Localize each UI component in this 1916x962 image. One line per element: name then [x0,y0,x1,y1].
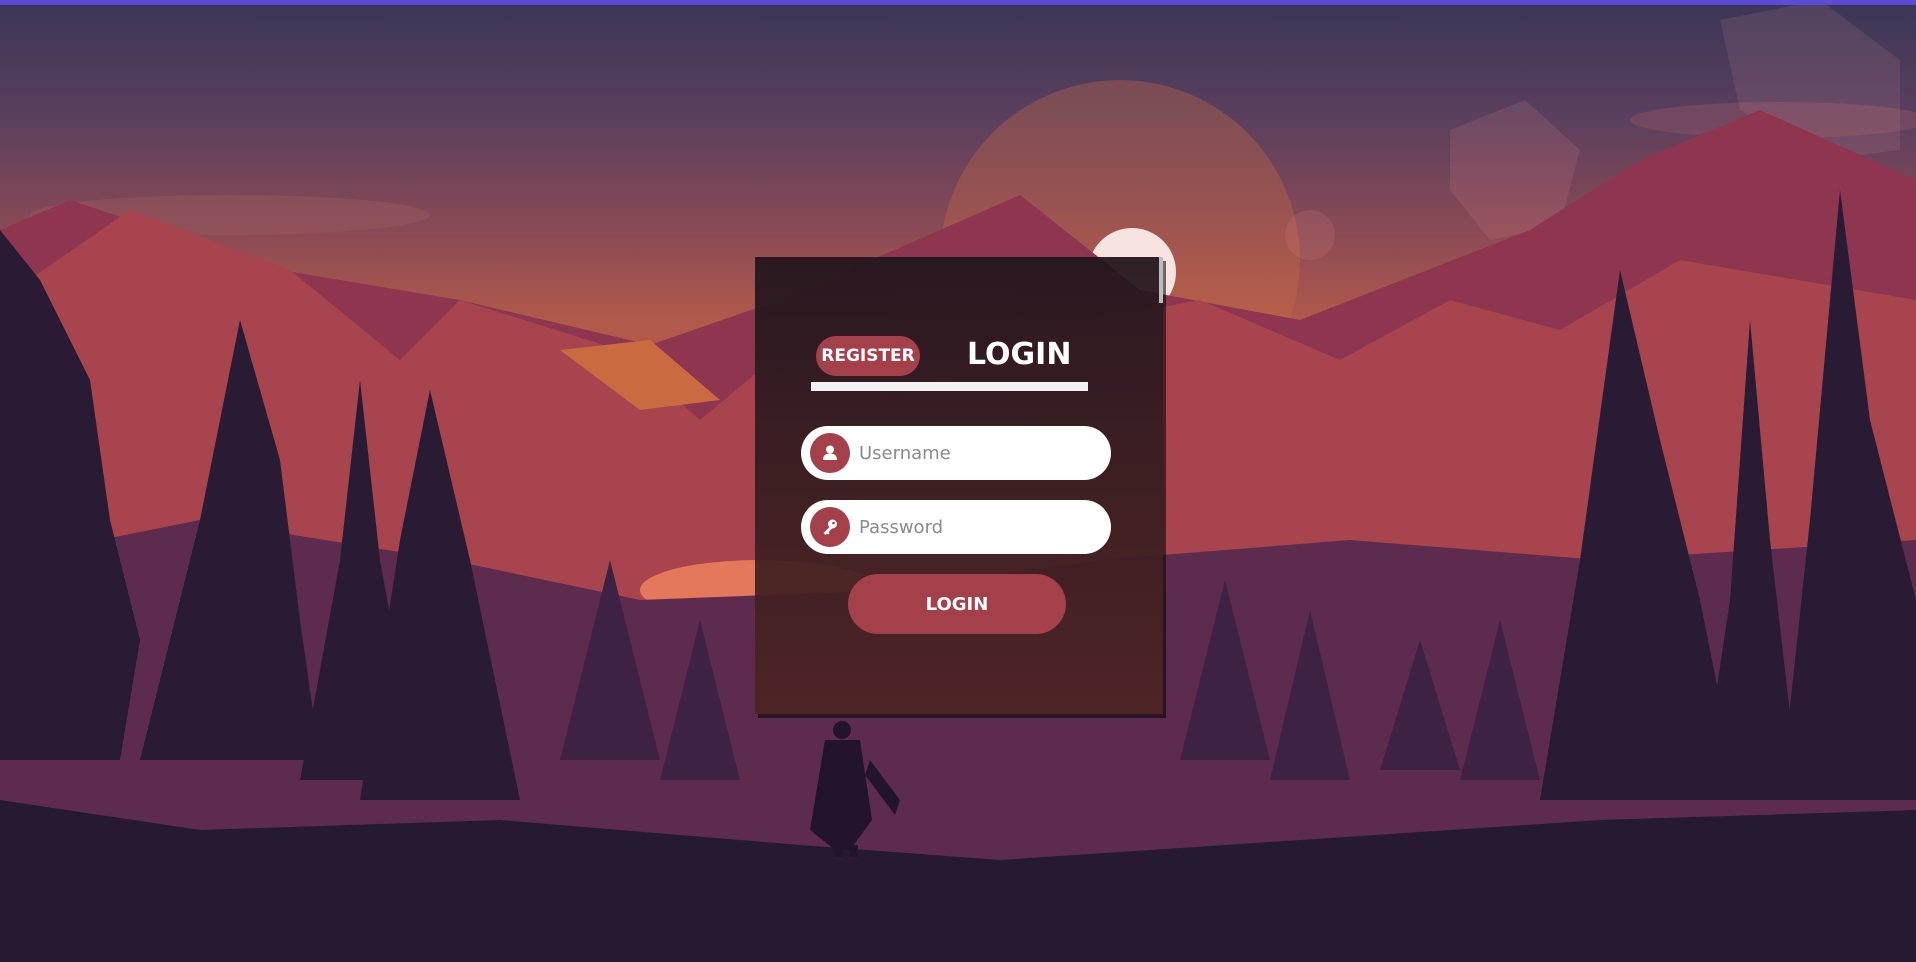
username-input[interactable] [859,426,1099,480]
username-field[interactable] [801,426,1111,480]
bokeh-dot [1285,210,1335,260]
password-field[interactable] [801,500,1111,554]
top-accent-bar [0,0,1916,5]
active-tab-underline [811,382,1088,391]
card-scrollbar[interactable] [1159,257,1163,303]
register-tab[interactable]: REGISTER [816,336,920,376]
password-input[interactable] [859,500,1099,554]
user-icon [810,433,850,473]
login-button[interactable]: LOGIN [848,574,1066,634]
login-card: REGISTER LOGIN LOGIN [755,257,1163,714]
login-tab[interactable]: LOGIN [967,335,1071,375]
key-icon [810,507,850,547]
login-page: REGISTER LOGIN LOGIN [0,0,1916,962]
